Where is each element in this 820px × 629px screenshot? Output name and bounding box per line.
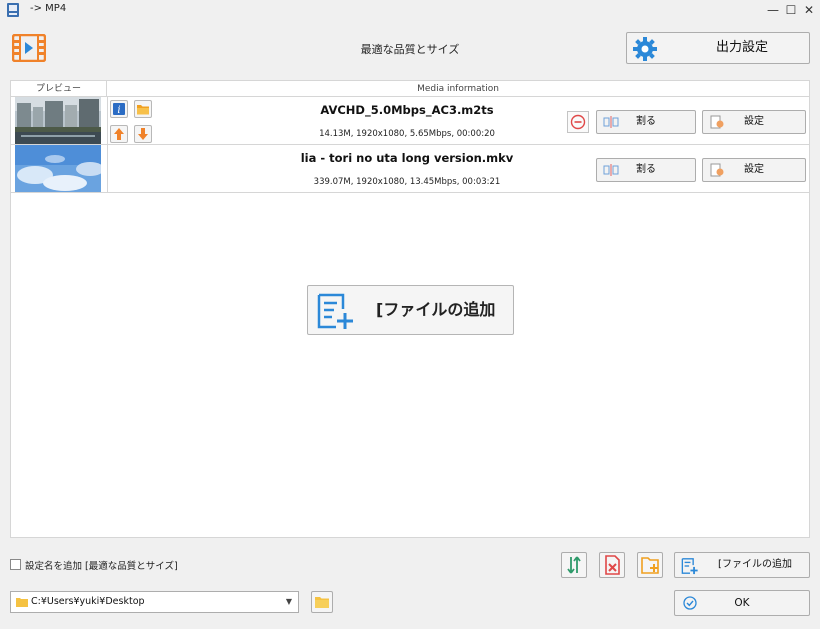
output-folder-select[interactable]: C:¥Users¥yuki¥Desktop ▼ xyxy=(10,591,299,613)
title-bar: -> MP4 — ☐ ✕ xyxy=(0,0,820,21)
ok-label: OK xyxy=(734,597,750,609)
column-media-info-header: Media information xyxy=(417,84,499,94)
file-settings-button[interactable]: 設定 xyxy=(702,110,806,134)
chevron-down-icon: ▼ xyxy=(285,597,292,606)
output-settings-label: 出力設定 xyxy=(715,40,768,55)
add-file-large-label: [ファイルの追加 xyxy=(376,300,496,319)
window-title: -> MP4 xyxy=(30,3,67,14)
merge-button[interactable] xyxy=(561,552,587,578)
add-file-icon xyxy=(317,293,353,329)
column-preview-header: プレビュー xyxy=(11,81,107,97)
list-column-header: プレビュー Media information xyxy=(11,81,809,97)
output-folder-path: C:¥Users¥yuki¥Desktop xyxy=(31,596,145,607)
remove-icon xyxy=(570,114,586,130)
video-thumbnail xyxy=(15,145,101,192)
file-row[interactable]: lia - tori no uta long version.mkv 339.0… xyxy=(11,145,809,193)
split-button[interactable]: 割る xyxy=(596,158,696,182)
remove-button[interactable] xyxy=(567,111,589,133)
ok-button[interactable]: OK xyxy=(674,590,810,616)
add-file-icon xyxy=(681,558,698,575)
file-settings-label: 設定 xyxy=(744,116,764,127)
minimize-button[interactable]: — xyxy=(765,2,781,18)
add-file-button-large[interactable]: [ファイルの追加 xyxy=(307,285,514,335)
video-thumbnail xyxy=(15,97,101,144)
add-folder-icon xyxy=(641,557,659,574)
close-button[interactable]: ✕ xyxy=(801,2,817,18)
output-settings-button[interactable]: 出力設定 xyxy=(626,32,810,64)
add-preset-name-label: 設定名を追加 [最適な品質とサイズ] xyxy=(25,561,178,572)
add-folder-button[interactable] xyxy=(637,552,663,578)
split-label: 割る xyxy=(636,164,656,175)
clear-list-button[interactable] xyxy=(599,552,625,578)
browse-folder-button[interactable] xyxy=(311,591,333,613)
add-file-button[interactable]: [ファイルの追加 xyxy=(674,552,810,578)
merge-icon xyxy=(567,556,581,574)
file-settings-label: 設定 xyxy=(744,164,764,175)
split-button[interactable]: 割る xyxy=(596,110,696,134)
app-icon xyxy=(7,3,19,17)
folder-icon xyxy=(315,597,329,608)
delete-file-icon xyxy=(605,555,620,575)
add-preset-name-checkbox[interactable] xyxy=(10,559,21,570)
split-label: 割る xyxy=(636,116,656,127)
file-list-panel: プレビュー Media information i AVCHD_5.0Mbps_… xyxy=(10,80,810,538)
file-row[interactable]: i AVCHD_5.0Mbps_AC3.m2ts 14.13M, 1920x10… xyxy=(11,97,809,145)
gear-icon xyxy=(633,37,657,61)
add-file-label: [ファイルの追加 xyxy=(718,559,792,570)
folder-icon xyxy=(16,598,28,607)
maximize-button[interactable]: ☐ xyxy=(783,2,799,18)
file-settings-button[interactable]: 設定 xyxy=(702,158,806,182)
